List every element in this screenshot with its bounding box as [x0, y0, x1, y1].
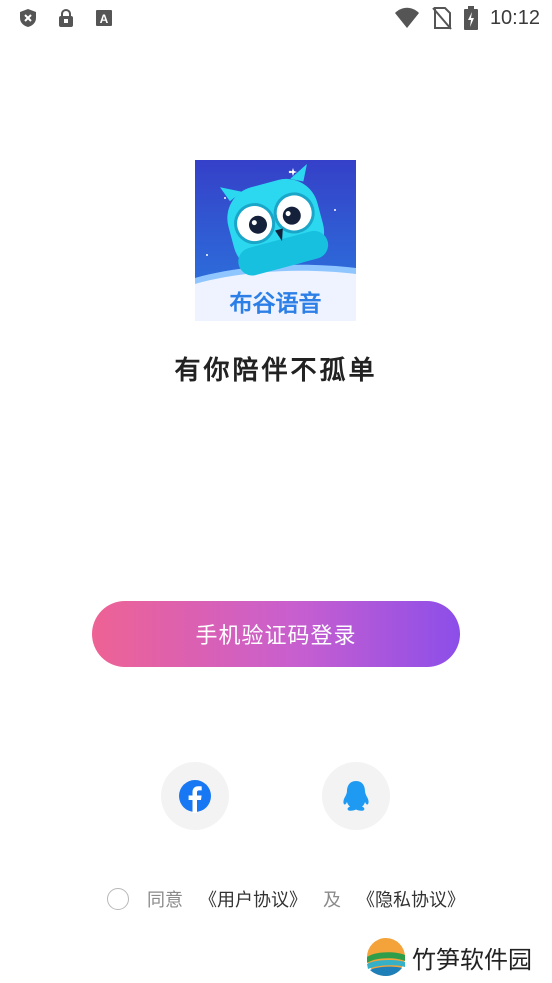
facebook-icon — [179, 780, 211, 813]
no-sim-icon — [432, 7, 452, 30]
app-logo: 布谷语音 — [195, 160, 356, 321]
privacy-agreement-link[interactable]: 《隐私协议》 — [357, 886, 465, 912]
login-button-label: 手机验证码登录 — [195, 624, 357, 649]
svg-text:A: A — [100, 12, 109, 26]
qq-login-button[interactable] — [322, 762, 390, 830]
facebook-login-button[interactable] — [161, 762, 229, 830]
qq-icon — [343, 781, 369, 811]
status-time: 10:12 — [489, 6, 540, 29]
battery-charging-icon — [463, 6, 478, 30]
keyboard-a-icon: A — [96, 10, 112, 26]
watermark-text: 竹笋软件园 — [412, 945, 532, 974]
wifi-icon — [394, 7, 419, 28]
agree-prefix: 同意 — [147, 890, 183, 911]
tagline: 有你陪伴不孤单 — [174, 356, 378, 386]
shield-x-icon — [20, 9, 36, 27]
watermark: 竹笋软件园 — [366, 935, 532, 979]
logo-text: 布谷语音 — [230, 290, 322, 317]
status-bar: A 10:12 — [0, 0, 552, 38]
watermark-logo-icon — [367, 938, 405, 976]
agree-conjunction: 及 — [323, 890, 341, 911]
phone-code-login-button[interactable]: 手机验证码登录 — [92, 601, 460, 667]
user-agreement-link[interactable]: 《用户协议》 — [199, 886, 307, 912]
agree-radio[interactable] — [107, 888, 129, 910]
agreement-row: 同意 《用户协议》 及 《隐私协议》 — [107, 886, 465, 912]
lock-icon — [59, 8, 73, 27]
